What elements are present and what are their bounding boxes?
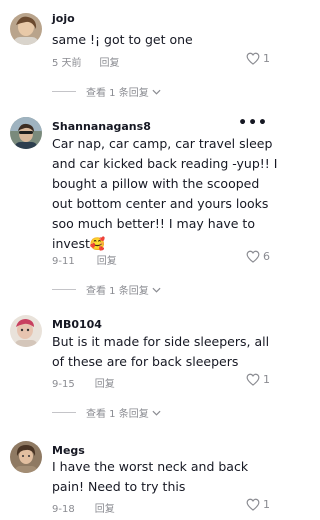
- comment-meta: 9-11 回复: [52, 252, 117, 267]
- comment-meta: 5 天前 回复: [52, 54, 120, 69]
- more-dots-icon[interactable]: •••: [238, 115, 268, 131]
- heart-outline-icon: [246, 52, 260, 65]
- comment-text: But is it made for side sleepers, all of…: [52, 334, 270, 369]
- comment-date: 9-18: [52, 504, 75, 515]
- reply-button[interactable]: 回复: [95, 375, 115, 390]
- comment-text: Car nap, car camp, car travel sleep and …: [52, 136, 278, 251]
- reply-button[interactable]: 回复: [97, 252, 117, 267]
- comment-text: same !¡ got to get one: [52, 32, 193, 47]
- divider-line: [52, 412, 76, 413]
- like-button[interactable]: 6: [246, 250, 270, 263]
- like-button[interactable]: 1: [246, 498, 270, 511]
- view-replies-label: 查看 1 条回复: [86, 88, 149, 99]
- username[interactable]: Shannanagans8: [52, 120, 151, 133]
- like-button[interactable]: 1: [246, 373, 270, 386]
- view-replies-label: 查看 1 条回复: [86, 286, 149, 297]
- view-replies-button[interactable]: 查看 1 条回复: [52, 84, 161, 99]
- username[interactable]: jojo: [52, 12, 75, 25]
- username[interactable]: Megs: [52, 444, 85, 457]
- chevron-down-icon: [152, 89, 161, 95]
- like-count: 1: [263, 52, 270, 65]
- divider-line: [52, 289, 76, 290]
- comment-meta: 9-15 回复: [52, 375, 115, 390]
- heart-outline-icon: [246, 373, 260, 386]
- reply-button[interactable]: 回复: [100, 54, 120, 69]
- like-count: 6: [263, 250, 270, 263]
- view-replies-button[interactable]: 查看 1 条回复: [52, 405, 161, 420]
- avatar[interactable]: [10, 441, 42, 473]
- comment-text: I have the worst neck and back pain! Nee…: [52, 459, 249, 494]
- like-count: 1: [263, 498, 270, 511]
- avatar[interactable]: [10, 315, 42, 347]
- like-count: 1: [263, 373, 270, 386]
- chevron-down-icon: [152, 410, 161, 416]
- comment-meta: 9-18 回复: [52, 500, 115, 515]
- comment-date: 9-11: [52, 256, 75, 267]
- heart-outline-icon: [246, 250, 260, 263]
- avatar[interactable]: [10, 13, 42, 45]
- reply-button[interactable]: 回复: [95, 500, 115, 515]
- avatar[interactable]: [10, 117, 42, 149]
- view-replies-label: 查看 1 条回复: [86, 409, 149, 420]
- like-button[interactable]: 1: [246, 52, 270, 65]
- username[interactable]: MB0104: [52, 318, 102, 331]
- heart-outline-icon: [246, 498, 260, 511]
- view-replies-button[interactable]: 查看 1 条回复: [52, 282, 161, 297]
- divider-line: [52, 91, 76, 92]
- chevron-down-icon: [152, 287, 161, 293]
- comment-date: 5 天前: [52, 58, 82, 69]
- comment-date: 9-15: [52, 379, 75, 390]
